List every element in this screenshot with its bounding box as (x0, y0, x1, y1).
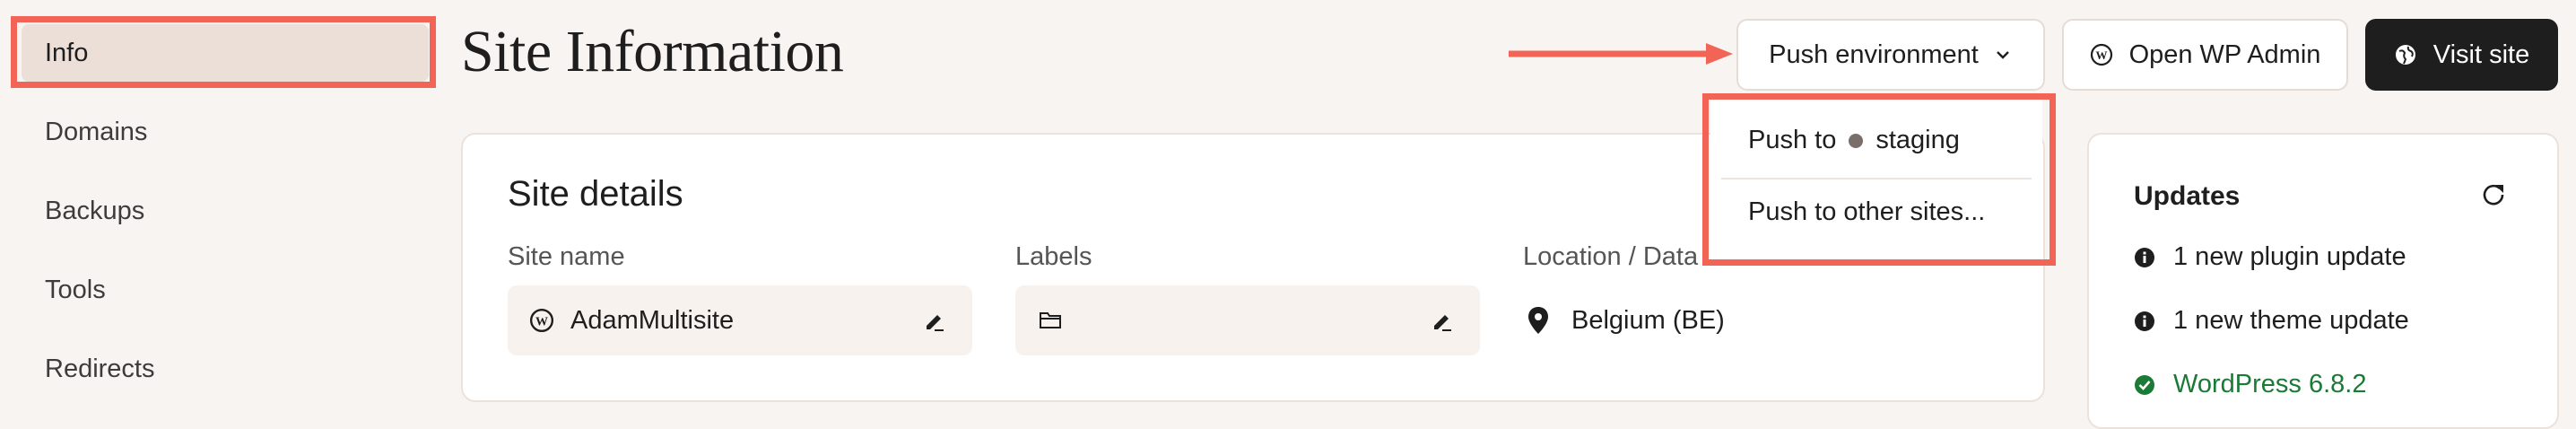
svg-text:W: W (535, 315, 548, 328)
site-name-field[interactable]: W AdamMultisite (508, 285, 972, 355)
location-field: Belgium (BE) (1523, 285, 1725, 355)
labels-label: Labels (1015, 242, 1092, 271)
theme-update-label: 1 new theme update (2173, 306, 2409, 335)
sidebar-item-label: Redirects (45, 354, 155, 383)
plugin-update-item[interactable]: 1 new plugin update (2134, 242, 2406, 272)
plugin-update-label: 1 new plugin update (2173, 242, 2406, 271)
location-pin-icon (1528, 307, 1548, 334)
wordpress-icon: W (2090, 43, 2112, 66)
wordpress-icon: W (529, 308, 554, 333)
visit-site-label: Visit site (2432, 39, 2530, 69)
site-name-value: AdamMultisite (570, 305, 735, 335)
wordpress-version-label: WordPress 6.8.2 (2173, 370, 2367, 398)
updates-card: Updates 1 new plugin update 1 new theme … (2087, 133, 2559, 429)
sidebar-item-info[interactable]: Info (22, 24, 429, 82)
sidebar-item-tools[interactable]: Tools (22, 261, 429, 319)
site-details-title: Site details (508, 174, 683, 214)
edit-icon[interactable] (1432, 311, 1453, 332)
sidebar-item-backups[interactable]: Backups (22, 182, 429, 240)
location-value: Belgium (BE) (1571, 305, 1725, 335)
open-wp-admin-label: Open WP Admin (2128, 39, 2321, 69)
sidebar-item-label: Domains (45, 117, 148, 146)
dropdown-divider (1721, 178, 2032, 179)
info-icon (2135, 311, 2154, 331)
push-to-other-sites-label: Push to other sites... (1748, 197, 1986, 226)
push-to-prefix: Push to (1748, 126, 1837, 154)
push-to-env: staging (1875, 126, 1960, 154)
wordpress-version-item: WordPress 6.8.2 (2134, 370, 2366, 399)
folder-icon (1040, 312, 1061, 328)
push-environment-dropdown: Push to staging Push to other sites... (1710, 97, 2042, 260)
page-title: Site Information (461, 19, 844, 84)
sidebar-item-domains[interactable]: Domains (22, 103, 429, 161)
sidebar-item-label: Backups (45, 196, 145, 225)
sidebar-item-label: Tools (45, 275, 106, 304)
open-wp-admin-button[interactable]: W Open WP Admin (2062, 19, 2348, 91)
refresh-icon[interactable] (2478, 179, 2509, 210)
theme-update-item[interactable]: 1 new theme update (2134, 306, 2409, 336)
sidebar-item-label: Info (45, 38, 89, 67)
globe-icon (2395, 45, 2415, 65)
updates-title: Updates (2134, 181, 2241, 211)
push-to-other-sites-item[interactable]: Push to other sites... (1748, 197, 1985, 227)
site-name-label: Site name (508, 242, 625, 271)
push-environment-button[interactable]: Push environment (1736, 19, 2045, 91)
dot-icon (1849, 133, 1864, 148)
location-label: Location / Data (1523, 242, 1699, 271)
push-environment-label: Push environment (1769, 39, 1979, 69)
visit-site-button[interactable]: Visit site (2365, 19, 2558, 91)
chevron-down-icon (1997, 51, 2009, 59)
info-icon (2135, 247, 2154, 267)
svg-text:W: W (2095, 48, 2107, 62)
arrow-right-icon (1509, 43, 1733, 65)
edit-icon[interactable] (924, 311, 945, 332)
push-to-staging-item[interactable]: Push to staging (1748, 126, 1960, 155)
check-circle-icon (2135, 374, 2154, 395)
sidebar-item-redirects[interactable]: Redirects (22, 340, 429, 398)
labels-field[interactable] (1015, 285, 1480, 355)
sidebar: Info Domains Backups Tools Redirects (0, 0, 448, 418)
